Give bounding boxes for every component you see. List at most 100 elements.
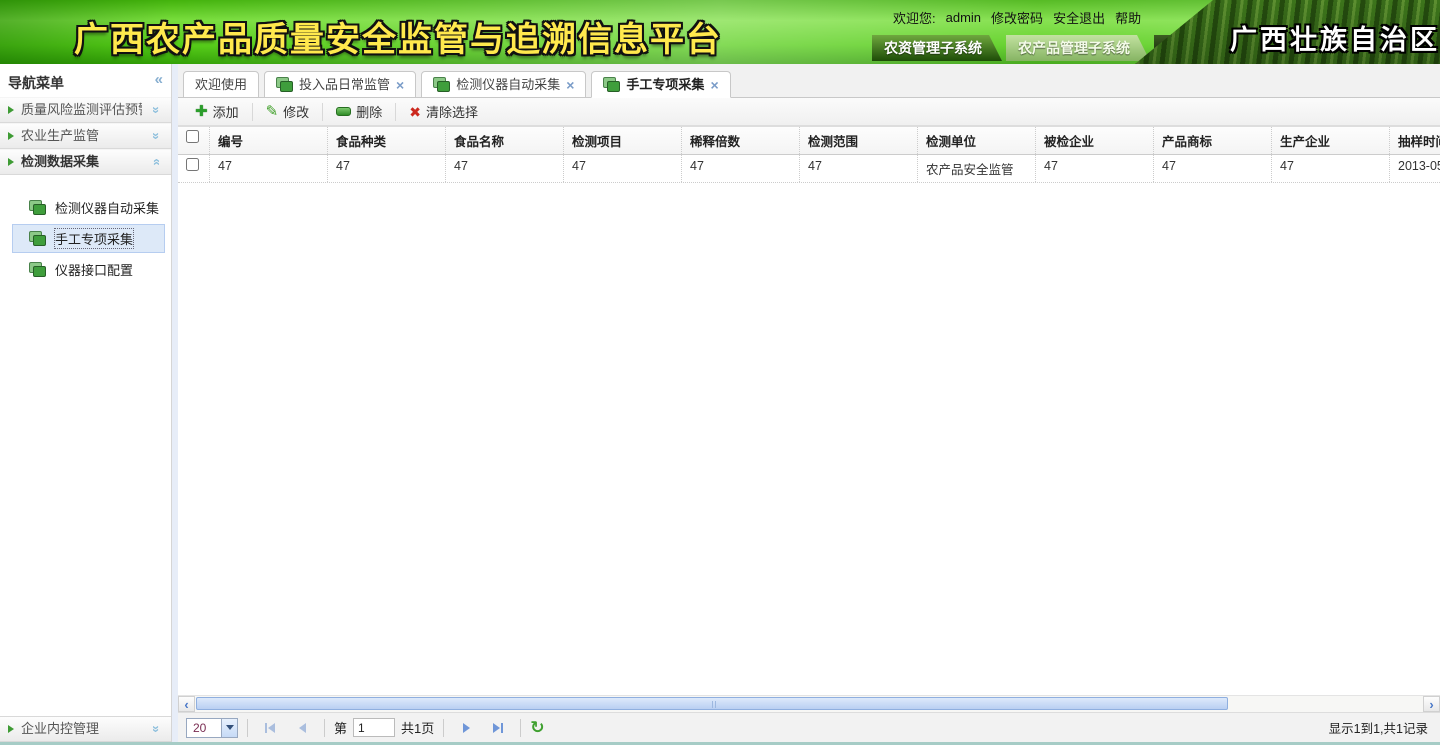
button-label: 删除: [356, 102, 382, 121]
row-checkbox[interactable]: [186, 158, 199, 171]
grid-header-row: 编号 食品种类 食品名称 检测项目 稀释倍数 检测范围 检测单位 被检企业 产品…: [178, 126, 1440, 155]
page-size-select[interactable]: 20: [186, 718, 238, 738]
column-header[interactable]: 检测单位: [918, 127, 1036, 154]
tab-auto-collect[interactable]: 检测仪器自动采集 ×: [421, 71, 586, 98]
close-icon[interactable]: ×: [566, 79, 574, 91]
column-header[interactable]: 食品种类: [328, 127, 446, 154]
close-icon[interactable]: ×: [710, 79, 718, 91]
prev-page-button[interactable]: [289, 718, 315, 738]
record-count-status: 显示1到1,共1记录: [1329, 718, 1432, 737]
button-label: 添加: [213, 102, 239, 121]
column-header[interactable]: 稀释倍数: [682, 127, 800, 154]
table-cell: 47: [682, 155, 800, 182]
table-cell: 47: [800, 155, 918, 182]
clear-selection-button[interactable]: ✖ 清除选择: [400, 99, 487, 124]
grid-empty-area: [178, 183, 1440, 695]
username: admin: [946, 10, 981, 25]
chevron-double-down-icon[interactable]: »: [144, 129, 168, 143]
sidebar-item-auto-collect[interactable]: 检测仪器自动采集: [12, 193, 165, 222]
sidebar-section-detection-data[interactable]: 检测数据采集 »: [0, 149, 171, 175]
chevron-double-down-icon[interactable]: »: [144, 103, 168, 117]
sidebar-item-manual-collect[interactable]: 手工专项采集: [12, 224, 165, 253]
section-label: 农业生产监管: [21, 124, 142, 148]
chevron-double-down-icon[interactable]: »: [144, 722, 168, 736]
tab-welcome[interactable]: 欢迎使用: [183, 71, 259, 98]
sidebar-item-interface-config[interactable]: 仪器接口配置: [12, 255, 165, 284]
help-link[interactable]: 帮助: [1115, 8, 1141, 27]
sidebar-collapse-icon[interactable]: «: [155, 73, 163, 87]
table-cell: 47: [1036, 155, 1154, 182]
region-label: 广西壮族自治区: [1230, 18, 1440, 57]
section-label: 检测数据采集: [21, 150, 142, 174]
subsystem-tab-nongzi[interactable]: 农资管理子系统: [872, 35, 1002, 61]
column-header[interactable]: 食品名称: [446, 127, 564, 154]
last-page-bar: [501, 723, 503, 733]
change-password-link[interactable]: 修改密码: [991, 8, 1043, 27]
column-header[interactable]: 产品商标: [1154, 127, 1272, 154]
column-header[interactable]: 生产企业: [1272, 127, 1390, 154]
sidebar-section-risk-warning[interactable]: 质量风险监测评估预警 »: [0, 97, 171, 123]
delete-icon: [336, 107, 351, 116]
table-cell: 47: [1154, 155, 1272, 182]
sidebar-section-panel: 检测仪器自动采集 手工专项采集 仪器接口配置: [0, 175, 171, 716]
column-header[interactable]: 检测项目: [564, 127, 682, 154]
subsystem-tab-nongchanpin[interactable]: 农产品管理子系统: [1006, 35, 1150, 61]
pager-separator: [324, 719, 325, 737]
last-page-button[interactable]: [485, 718, 511, 738]
pager-separator: [247, 719, 248, 737]
section-label: 企业内控管理: [21, 717, 142, 741]
edit-button[interactable]: ✎ 修改: [257, 99, 319, 124]
logout-link[interactable]: 安全退出: [1053, 8, 1105, 27]
scroll-right-button[interactable]: ›: [1423, 696, 1440, 712]
section-label: 质量风险监测评估预警: [21, 98, 142, 122]
select-all-checkbox[interactable]: [186, 130, 199, 143]
page-size-value: 20: [187, 719, 221, 737]
toolbar-separator: [322, 103, 323, 121]
horizontal-scrollbar: ‹ ›: [178, 695, 1440, 712]
refresh-icon[interactable]: ↻: [530, 720, 544, 736]
tab-manual-collect[interactable]: 手工专项采集 ×: [591, 71, 730, 98]
select-all-cell: [178, 127, 210, 154]
column-header[interactable]: 抽样时间: [1390, 127, 1440, 154]
sidebar-title: 导航菜单: [8, 73, 155, 93]
triangle-right-icon: [463, 723, 470, 733]
play-icon: [8, 106, 14, 114]
table-cell: 47: [1272, 155, 1390, 182]
button-label: 清除选择: [426, 102, 478, 121]
first-page-button[interactable]: [257, 718, 283, 738]
sidebar-section-production[interactable]: 农业生产监管 »: [0, 123, 171, 149]
page-number-input[interactable]: [353, 718, 395, 737]
next-page-button[interactable]: [453, 718, 479, 738]
add-button[interactable]: ✚ 添加: [186, 99, 248, 124]
red-x-icon: ✖: [409, 105, 421, 119]
column-header[interactable]: 检测范围: [800, 127, 918, 154]
scrollbar-thumb[interactable]: [196, 697, 1228, 710]
pagination-bar: 20 第 共1页 ↻ 显示1到1,共1记录: [178, 712, 1440, 742]
close-icon[interactable]: ×: [396, 79, 404, 91]
total-pages-label: 共1页: [401, 718, 434, 737]
sidebar-section-internal-control[interactable]: 企业内控管理 »: [0, 716, 171, 742]
chevron-down-icon[interactable]: [221, 719, 237, 737]
button-label: 修改: [283, 102, 309, 121]
scrollbar-track[interactable]: [195, 696, 1423, 712]
toolbar-separator: [395, 103, 396, 121]
column-header[interactable]: 被检企业: [1036, 127, 1154, 154]
table-row[interactable]: 47 47 47 47 47 47 农产品安全监管 47 47 47 2013-…: [178, 155, 1440, 183]
tab-label: 检测仪器自动采集: [456, 72, 560, 97]
triangle-left-icon: [268, 723, 275, 733]
layers-icon: [276, 77, 293, 92]
tab-label: 欢迎使用: [195, 72, 247, 97]
datagrid: 编号 食品种类 食品名称 检测项目 稀释倍数 检测范围 检测单位 被检企业 产品…: [178, 126, 1440, 183]
tab-input-supervision[interactable]: 投入品日常监管 ×: [264, 71, 416, 98]
delete-button[interactable]: 删除: [327, 99, 391, 124]
play-icon: [8, 725, 14, 733]
navigation-sidebar: 导航菜单 « 质量风险监测评估预警 » 农业生产监管 » 检测数据采集 » 检测…: [0, 64, 172, 742]
sidebar-item-label: 仪器接口配置: [55, 260, 133, 279]
chevron-double-up-icon[interactable]: »: [144, 155, 168, 169]
welcome-bar: 欢迎您: admin 修改密码 安全退出 帮助: [893, 8, 1141, 27]
layers-icon: [603, 77, 620, 92]
scroll-left-button[interactable]: ‹: [178, 696, 195, 712]
play-icon: [8, 158, 14, 166]
sidebar-item-label: 检测仪器自动采集: [55, 198, 159, 217]
column-header[interactable]: 编号: [210, 127, 328, 154]
